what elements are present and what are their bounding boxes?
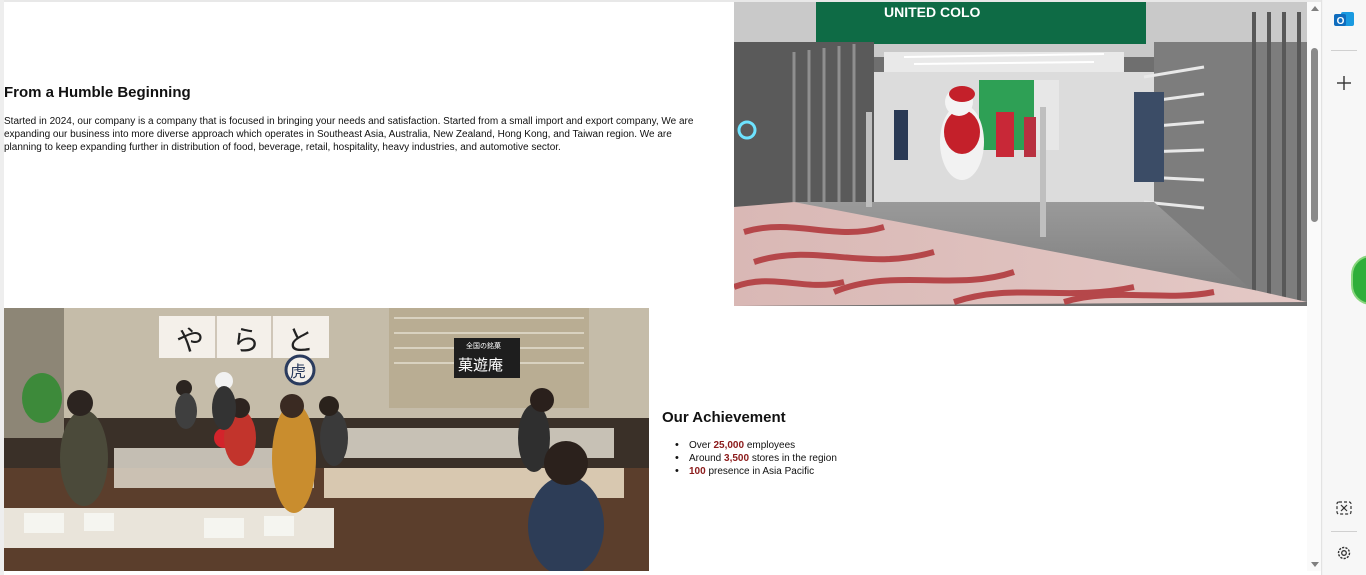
achievement-item: Around 3,500 stores in the region — [675, 452, 837, 465]
achievement-value: 25,000 — [713, 440, 745, 451]
sidebar-settings-button[interactable] — [1331, 540, 1357, 566]
shop-sign: 菓遊庵 — [458, 356, 503, 374]
circle-char: 虎 — [290, 362, 306, 381]
section-title-humble-beginning: From a Humble Beginning — [4, 84, 191, 101]
gear-icon — [1337, 546, 1351, 560]
achievement-suffix: employees — [744, 440, 796, 451]
outlook-icon: O — [1334, 12, 1354, 27]
banner-char-2: ら — [232, 324, 260, 357]
achievement-item: 100 presence in Asia Pacific — [675, 465, 837, 478]
achievement-suffix: presence in Asia Pacific — [705, 466, 815, 477]
sidebar-divider — [1331, 50, 1357, 51]
achievement-suffix: stores in the region — [749, 453, 837, 464]
scroll-up-arrow-icon[interactable] — [1311, 6, 1319, 11]
food-shop-photo: や ら と 虎 全国の銘菓 菓遊庵 — [4, 308, 649, 571]
sidebar-divider — [1331, 531, 1357, 532]
add-sidebar-app-button[interactable] — [1331, 70, 1357, 96]
vertical-scrollbar[interactable] — [1307, 2, 1321, 571]
achievement-item: Over 25,000 employees — [675, 439, 837, 452]
scrollbar-thumb[interactable] — [1311, 48, 1318, 222]
achievement-prefix: Around — [689, 453, 725, 464]
screenshot-button[interactable] — [1331, 495, 1357, 521]
screenshot-icon — [1336, 501, 1352, 515]
outlook-button[interactable]: O — [1331, 6, 1357, 32]
intro-line-2: expanding our business into more diverse… — [4, 129, 672, 140]
achievement-list: Over 25,000 employees Around 3,500 store… — [675, 439, 837, 478]
achievement-value: 100 — [689, 466, 706, 477]
shop-sign-small: 全国の銘菓 — [466, 341, 501, 350]
banner-char-1: や — [176, 324, 204, 357]
svg-text:O: O — [1337, 16, 1345, 27]
store-sign-text: UNITED COLO — [884, 4, 981, 20]
intro-line-1: Started in 2024, our company is a compan… — [4, 116, 694, 127]
intro-paragraph: Started in 2024, our company is a compan… — [4, 115, 729, 154]
scroll-down-arrow-icon[interactable] — [1311, 562, 1319, 567]
achievement-prefix: Over — [689, 440, 714, 451]
page-viewport: From a Humble Beginning Started in 2024,… — [0, 0, 1322, 575]
banner-char-3: と — [286, 324, 314, 357]
intro-line-3: planning to keep expanding further in di… — [4, 142, 561, 153]
achievement-value: 3,500 — [724, 453, 750, 464]
plus-icon — [1337, 76, 1351, 90]
section-title-achievement: Our Achievement — [662, 409, 786, 426]
store-photo: UNITED COLO — [734, 2, 1307, 306]
